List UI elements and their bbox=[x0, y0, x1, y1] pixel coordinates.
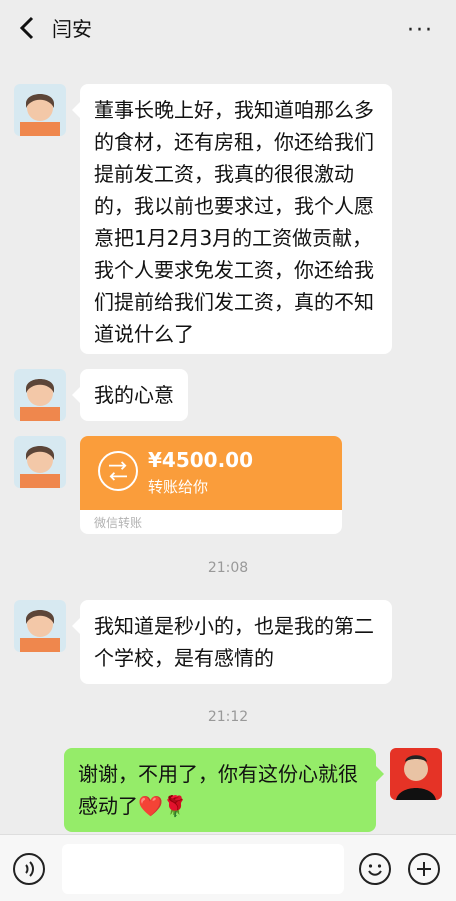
message-text: 董事长晚上好，我知道咱那么多的食材，还有房租，你还给我们提前发工资，我真的很很激… bbox=[94, 98, 374, 346]
contact-avatar[interactable] bbox=[14, 436, 66, 488]
transfer-label: 微信转账 bbox=[94, 516, 143, 530]
transfer-note: 转账给你 bbox=[148, 478, 209, 496]
more-dots-icon[interactable]: ··· bbox=[407, 18, 434, 43]
timestamp: 21:12 bbox=[207, 709, 249, 725]
message-input[interactable] bbox=[62, 844, 344, 894]
message-text: 谢谢，不用了，你有这份心就很感动了❤️🌹 bbox=[78, 762, 358, 818]
transfer-amount: ¥4500.00 bbox=[148, 448, 254, 472]
voice-icon[interactable] bbox=[13, 853, 45, 885]
plus-icon[interactable] bbox=[408, 853, 440, 885]
timestamp: 21:08 bbox=[207, 560, 249, 576]
transfer-card[interactable]: ¥4500.00 转账给你 微信转账 bbox=[80, 436, 342, 534]
transfer-header: ¥4500.00 转账给你 bbox=[80, 436, 342, 510]
emoji-icon[interactable] bbox=[359, 853, 391, 885]
user-avatar[interactable] bbox=[390, 748, 442, 800]
message-bubble-4[interactable]: 谢谢，不用了，你有这份心就很感动了❤️🌹 bbox=[64, 748, 384, 832]
message-bubble-3[interactable]: 我知道是秒小的，也是我的第二个学校，是有感情的 bbox=[72, 600, 392, 684]
message-text: 我的心意 bbox=[94, 383, 174, 407]
contact-avatar[interactable] bbox=[14, 600, 66, 652]
contact-avatar[interactable] bbox=[14, 369, 66, 421]
back-arrow-icon[interactable] bbox=[16, 14, 38, 42]
contact-avatar[interactable] bbox=[14, 84, 66, 136]
transfer-arrows-icon bbox=[98, 451, 138, 491]
message-bubble-1[interactable]: 董事长晚上好，我知道咱那么多的食材，还有房租，你还给我们提前发工资，我真的很很激… bbox=[72, 84, 392, 354]
message-text: 我知道是秒小的，也是我的第二个学校，是有感情的 bbox=[94, 614, 374, 670]
message-bubble-2[interactable]: 我的心意 bbox=[72, 369, 188, 421]
chat-title: 闫安 bbox=[52, 17, 92, 41]
top-bar: 闫安 ··· bbox=[0, 0, 456, 56]
